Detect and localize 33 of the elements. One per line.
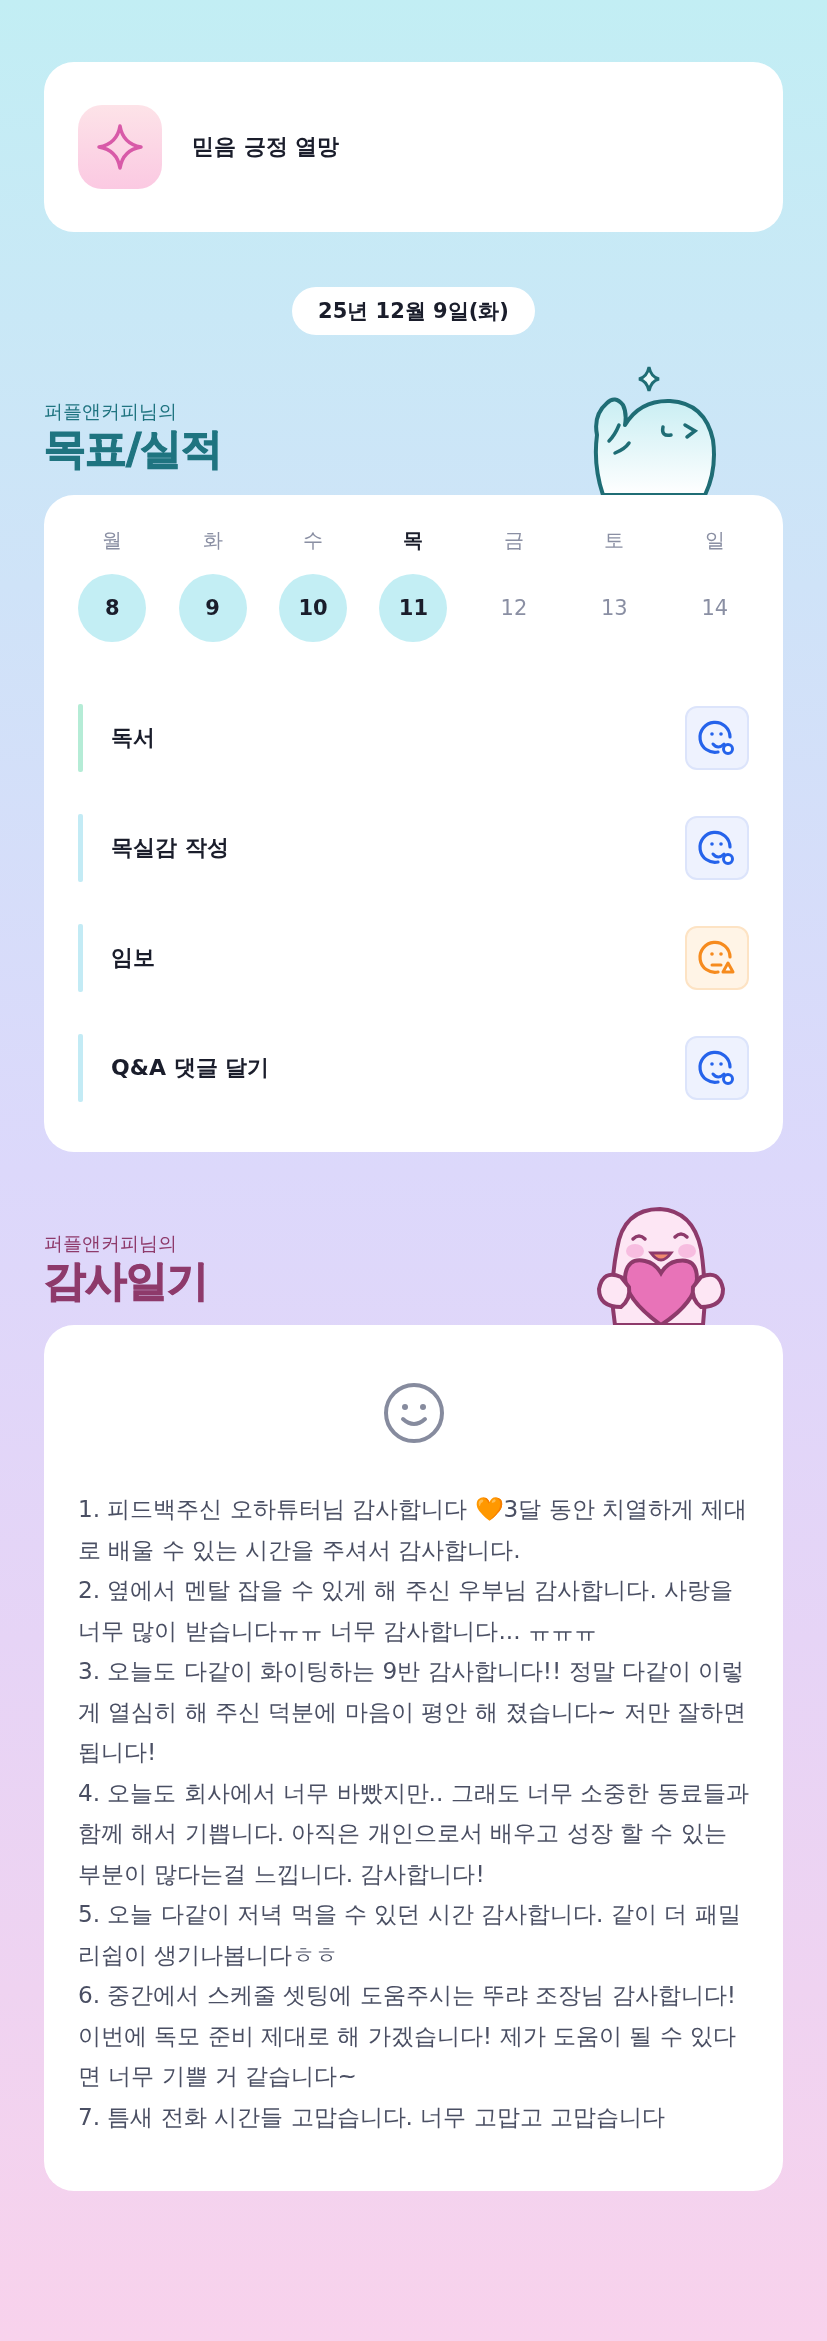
smiley-circle-status-icon[interactable] bbox=[685, 816, 749, 880]
weekday-label: 토 bbox=[604, 527, 625, 554]
task-label: Q&A 댓글 달기 bbox=[111, 1054, 271, 1082]
section-title: 감사일기 bbox=[44, 1256, 208, 1305]
date-circle[interactable]: 8 bbox=[78, 574, 147, 642]
diary-entry: 4. 오늘도 회사에서 너무 바빴지만.. 그래도 너무 소중한 동료들과 함께 해서 기쁩니다. 아직은 개인으로서 배우고 성장 할 수 있는 부분이 많다는걸 느낍니다. 감사합니다! bbox=[78, 1777, 749, 1889]
date-circle[interactable]: 11 bbox=[379, 574, 448, 642]
diary-entry: 5. 오늘 다같이 저녁 먹을 수 있던 시간 감사합니다. 같이 더 패밀리쉽이 생기나봅니다ㅎㅎ bbox=[78, 1899, 742, 1970]
date-circle[interactable]: 10 bbox=[279, 574, 348, 642]
smiley-icon bbox=[381, 1381, 446, 1445]
smiley-circle-status-icon[interactable] bbox=[685, 1036, 749, 1100]
weekday-label: 화 bbox=[202, 527, 223, 554]
task-label: 독서 bbox=[111, 724, 156, 752]
diary-entry: 2. 옆에서 멘탈 잡을 수 있게 해 주신 우부님 감사합니다. 사랑을 너무 많이 받습니다ㅠㅠ 너무 감사합니다... ㅠㅠㅠ bbox=[78, 1575, 735, 1646]
diary-entry: 7. 틈새 전화 시간들 고맙습니다. 너무 고맙고 고맙습니다 bbox=[78, 2101, 667, 2132]
weekday-label: 월 bbox=[102, 527, 123, 554]
task-label: 목실감 작성 bbox=[111, 834, 230, 862]
task-label: 임보 bbox=[111, 944, 156, 972]
diary-entry: 1. 피드백주신 오하튜터님 감사합니다 🧡3달 동안 치열하게 제대로 배울 수 있는 시간을 주셔서 감사합니다. bbox=[78, 1494, 749, 1565]
date-label: 25년 12월 9일(화) bbox=[292, 287, 535, 335]
weekday-label: 수 bbox=[303, 527, 324, 554]
weekday-label: 목 bbox=[403, 527, 424, 554]
weekday-label: 금 bbox=[503, 527, 524, 554]
weekday-label: 일 bbox=[704, 527, 725, 554]
motto-text: 믿음 긍정 열망 bbox=[192, 133, 340, 161]
owner-label: 퍼플앤커피님의 bbox=[44, 1230, 178, 1256]
diary-entry: 3. 오늘도 다같이 화이팅하는 9반 감사합니다!! 정말 다같이 이렇게 열심히 해 주신 덕분에 마음이 평안 해 졌습니다~ 저만 잘하면 됩니다! bbox=[78, 1656, 748, 1767]
smiley-circle-status-icon[interactable] bbox=[685, 706, 749, 770]
section-title: 목표/실적 bbox=[44, 424, 223, 473]
sparkle-app-icon bbox=[78, 105, 162, 189]
diary-entry: 6. 중간에서 스케줄 셋팅에 도움주시는 뚜랴 조장님 감사합니다! 이번에 독모 준비 제대로 해 가겠습니다! 제가 도움이 될 수 있다면 너무 기쁠 거 같습니다~ bbox=[78, 1980, 737, 2091]
date-circle[interactable]: 9 bbox=[178, 574, 247, 642]
owner-label: 퍼플앤커피님의 bbox=[44, 398, 178, 424]
